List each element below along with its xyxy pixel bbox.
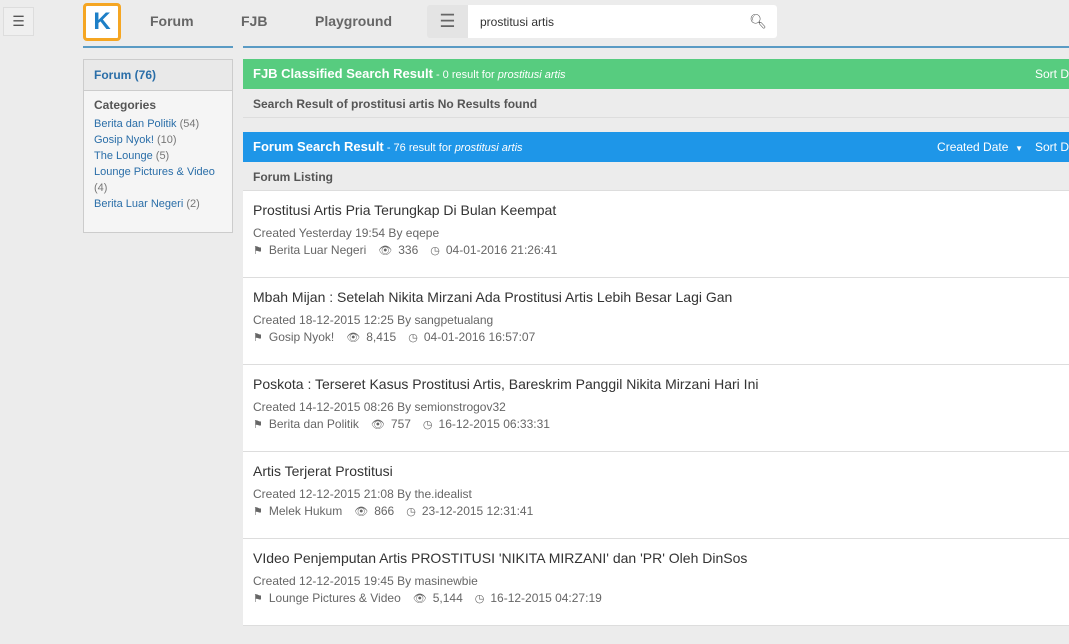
sort-field-dropdown[interactable]: Created Date ▼ [937,140,1023,154]
main-content: FJB Classified Search Result - 0 result … [243,59,1069,626]
list-item: Mbah Mijan : Setelah Nikita Mirzani Ada … [243,278,1069,365]
tag-icon: ⚑ [253,592,263,605]
thread-created: Created 14-12-2015 08:26 By semionstrogo… [253,400,506,414]
thread-last-post: 04-01-2016 16:57:07 [423,330,536,344]
search-icon[interactable]: 🔍︎ [749,13,767,30]
fjb-query: prostitusi artis [497,69,566,81]
category-link[interactable]: The Lounge (5) [84,148,232,164]
categories-heading: Categories [94,98,157,112]
eye-icon: 👁︎ [346,331,361,344]
thread-created: Created Yesterday 19:54 By eqepe [253,226,440,240]
sidebar-forum-count[interactable]: Forum (76) [84,60,232,91]
thread-category[interactable]: Melek Hukum [269,504,342,518]
fjb-summary: - 0 result for [432,69,498,81]
search-bar: ☰ 🔍︎ [427,5,777,38]
forum-result-header: Forum Search Result - 76 result for pros… [243,132,1069,162]
tag-icon: ⚑ [253,331,263,344]
clock-icon: ◷ [430,244,440,257]
thread-last-post: 16-12-2015 06:33:31 [438,417,550,431]
category-link[interactable]: Lounge Pictures & Video (4) [84,164,232,196]
thread-title[interactable]: VIdeo Penjemputan Artis PROSTITUSI 'NIKI… [253,550,1059,566]
sidebar: Forum (76) Categories Berita dan Politik… [83,59,233,233]
thread-last-post: 23-12-2015 12:31:41 [421,504,534,518]
thread-category[interactable]: Berita Luar Negeri [269,243,366,257]
list-item: Poskota : Terseret Kasus Prostitusi Arti… [243,365,1069,452]
thread-category[interactable]: Berita dan Politik [269,417,359,431]
nav-playground[interactable]: Playground [315,13,392,29]
fjb-result-header: FJB Classified Search Result - 0 result … [243,59,1069,89]
eye-icon: 👁︎ [412,592,427,605]
eye-icon: 👁︎ [370,418,385,431]
clock-icon: ◷ [406,505,416,518]
thread-title[interactable]: Prostitusi Artis Pria Terungkap Di Bulan… [253,202,1059,218]
hamburger-icon: ☰ [12,13,25,29]
fjb-message: Search Result of prostitusi artis No Res… [243,89,1069,118]
nav-forum[interactable]: Forum [150,13,194,29]
divider [83,46,233,48]
thread-category[interactable]: Gosip Nyok! [269,330,334,344]
category-link[interactable]: Berita dan Politik (54) [84,116,232,132]
forum-query: prostitusi artis [454,142,523,154]
thread-last-post: 04-01-2016 21:26:41 [445,243,558,257]
search-input[interactable] [468,5,777,38]
thread-category[interactable]: Lounge Pictures & Video [269,591,401,605]
tag-icon: ⚑ [253,418,263,431]
tag-icon: ⚑ [253,505,263,518]
forum-title: Forum Search Result [253,139,384,154]
thread-title[interactable]: Artis Terjerat Prostitusi [253,463,1059,479]
logo[interactable]: K [83,3,121,41]
list-item: Artis Terjerat Prostitusi Created 12-12-… [243,452,1069,539]
thread-views: 8,415 [366,330,397,344]
thread-title[interactable]: Poskota : Terseret Kasus Prostitusi Arti… [253,376,1059,392]
forum-sort[interactable]: Sort D [1035,140,1069,154]
nav-fjb[interactable]: FJB [241,13,267,29]
thread-created: Created 18-12-2015 12:25 By sangpetualan… [253,313,494,327]
category-link[interactable]: Berita Luar Negeri (2) [84,196,232,212]
thread-views: 336 [398,243,419,257]
thread-created: Created 12-12-2015 19:45 By masinewbie [253,574,478,588]
list-item: VIdeo Penjemputan Artis PROSTITUSI 'NIKI… [243,539,1069,626]
forum-summary: - 76 result for [383,142,455,154]
tag-icon: ⚑ [253,244,263,257]
thread-views: 757 [390,417,411,431]
forum-listing-label: Forum Listing [243,162,1069,191]
thread-views: 5,144 [432,591,463,605]
thread-title[interactable]: Mbah Mijan : Setelah Nikita Mirzani Ada … [253,289,1059,305]
clock-icon: ◷ [474,592,485,605]
thread-last-post: 16-12-2015 04:27:19 [490,591,602,605]
thread-views: 866 [374,504,395,518]
clock-icon: ◷ [408,331,418,344]
fjb-sort[interactable]: Sort D [1035,67,1069,81]
category-link[interactable]: Gosip Nyok! (10) [84,132,232,148]
menu-button[interactable]: ☰ [3,7,34,36]
search-menu-icon[interactable]: ☰ [427,5,468,38]
thread-created: Created 12-12-2015 21:08 By the.idealist [253,487,472,501]
clock-icon: ◷ [422,418,433,431]
fjb-title: FJB Classified Search Result [253,66,433,81]
eye-icon: 👁︎ [354,505,369,518]
divider [243,46,1069,48]
caret-down-icon: ▼ [1015,144,1023,153]
eye-icon: 👁︎ [378,244,393,257]
list-item: Prostitusi Artis Pria Terungkap Di Bulan… [243,191,1069,278]
